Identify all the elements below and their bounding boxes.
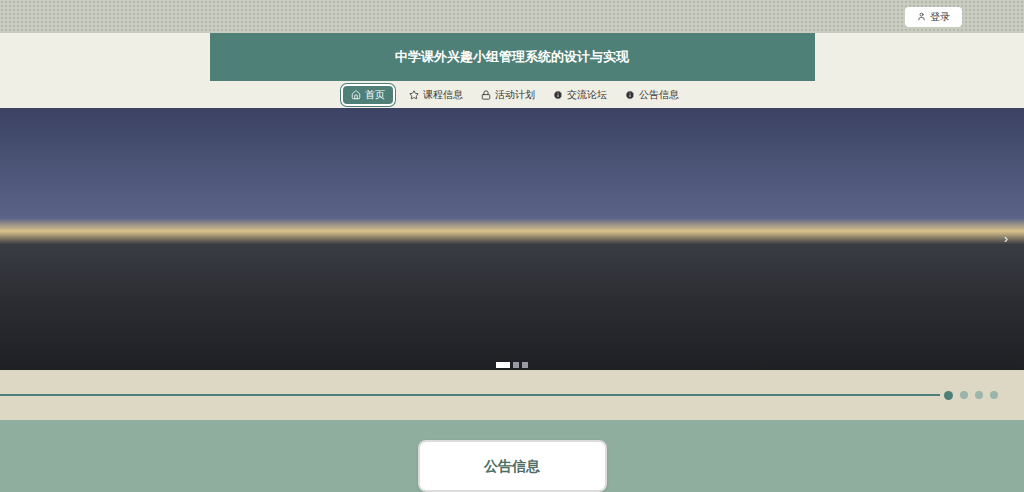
top-bar: 登录 xyxy=(0,0,1024,33)
progress-line xyxy=(0,394,940,396)
nav-item[interactable]: 课程信息 xyxy=(405,84,467,106)
site-title: 中学课外兴趣小组管理系统的设计与实现 xyxy=(210,33,815,81)
login-button[interactable]: 登录 xyxy=(905,7,962,27)
progress-dot[interactable] xyxy=(990,391,998,399)
nav-bar: 首页课程信息活动计划交流论坛公告信息 xyxy=(341,81,683,108)
user-icon xyxy=(917,12,926,21)
carousel-dot[interactable] xyxy=(513,362,519,368)
page: 登录中学课外兴趣小组管理系统的设计与实现首页课程信息活动计划交流论坛公告信息›公… xyxy=(0,0,1024,492)
notice-section: 公告信息 xyxy=(0,420,1024,492)
nav-item[interactable]: 活动计划 xyxy=(477,84,539,106)
home-icon xyxy=(351,90,361,100)
info-icon xyxy=(625,90,635,100)
nav-item[interactable]: 交流论坛 xyxy=(549,84,611,106)
info-icon xyxy=(553,90,563,100)
nav-item[interactable]: 首页 xyxy=(341,84,395,106)
progress-dot[interactable] xyxy=(975,391,983,399)
banner: › xyxy=(0,108,1024,370)
section-title: 公告信息 xyxy=(418,440,607,492)
progress-dot[interactable] xyxy=(944,391,953,400)
carousel-dot[interactable] xyxy=(522,362,528,368)
progress-band xyxy=(0,370,1024,420)
carousel-next[interactable]: › xyxy=(1004,230,1008,248)
star-icon xyxy=(409,90,419,100)
carousel-dot[interactable] xyxy=(496,362,510,368)
progress-dot[interactable] xyxy=(960,391,968,399)
header: 中学课外兴趣小组管理系统的设计与实现首页课程信息活动计划交流论坛公告信息 xyxy=(0,33,1024,108)
lock-icon xyxy=(481,90,491,100)
carousel-dots xyxy=(0,362,1024,368)
nav-item[interactable]: 公告信息 xyxy=(621,84,683,106)
